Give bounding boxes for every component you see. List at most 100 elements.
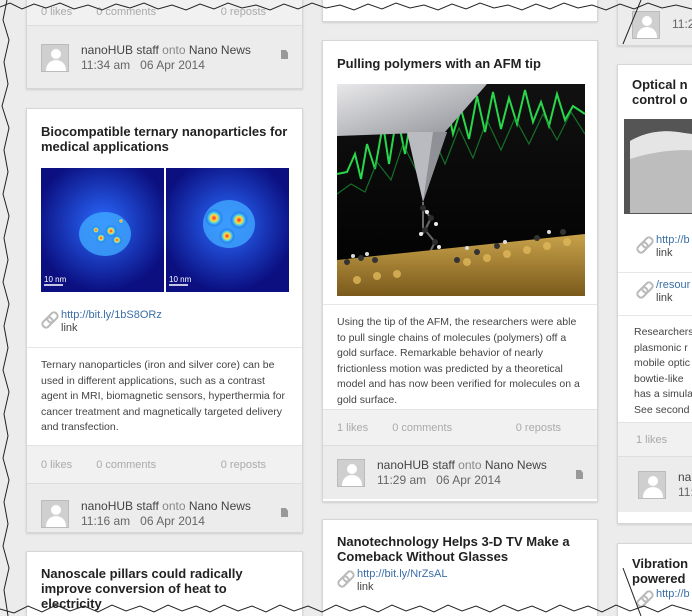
post-image[interactable] bbox=[337, 84, 585, 296]
post-time: 11:34 am bbox=[81, 57, 131, 72]
post-description: Using the tip of the AFM, the researcher… bbox=[337, 316, 580, 406]
post-stats: 1 likes bbox=[618, 422, 692, 456]
document-icon[interactable] bbox=[576, 470, 583, 479]
post-image[interactable] bbox=[624, 119, 692, 214]
link-label: link bbox=[61, 322, 78, 334]
post-description-line: plasmonic r bbox=[634, 341, 688, 354]
onto-text: onto bbox=[162, 498, 186, 513]
link-url[interactable]: http://bit.ly/1bS8ORz bbox=[61, 309, 162, 322]
comments-count[interactable]: 0 comments bbox=[392, 422, 452, 434]
post-image[interactable]: 10 nm 10 nm bbox=[41, 168, 289, 292]
post-title[interactable]: Nanoscale pillars could radically improv… bbox=[27, 552, 302, 611]
post-meta: nanoHUB staff onto Nano News 11:29 am 06… bbox=[377, 458, 547, 488]
link-icon bbox=[636, 590, 652, 606]
scale-label: 10 nm bbox=[44, 275, 67, 284]
post-card-partial: 0 likes 0 comments 0 reposts nanoHUB sta… bbox=[26, 0, 303, 89]
link-attachment[interactable]: http://b link bbox=[618, 234, 692, 260]
link-label: link bbox=[357, 581, 374, 593]
post-card-ternary: Biocompatible ternary nanoparticles for … bbox=[26, 108, 303, 533]
post-title[interactable]: Nanotechnology Helps 3-D TV Make a Comeb… bbox=[323, 520, 597, 564]
post-title-line: control o bbox=[632, 92, 688, 107]
comments-count[interactable]: 0 comments bbox=[96, 6, 156, 18]
link-url[interactable]: http://b bbox=[656, 234, 690, 247]
post-card-optical: Optical n control o http://b link /resou… bbox=[617, 64, 692, 524]
link-icon bbox=[337, 570, 353, 586]
document-icon[interactable] bbox=[281, 508, 288, 517]
post-title-line: Optical n bbox=[632, 77, 688, 92]
link-label: link bbox=[656, 247, 673, 259]
link-attachment[interactable]: http://bit.ly/1bS8ORz link bbox=[27, 309, 302, 335]
post-time: 11:29 am bbox=[377, 472, 427, 487]
board-link[interactable]: Nano News bbox=[485, 458, 547, 472]
post-meta: nan 11:2 bbox=[678, 470, 692, 500]
likes-count[interactable]: 1 likes bbox=[636, 434, 667, 446]
link-attachment[interactable]: http://b bbox=[618, 588, 692, 606]
post-stats: 1 likes 0 comments 0 reposts bbox=[323, 409, 597, 445]
post-card-partial bbox=[322, 0, 598, 22]
link-icon bbox=[41, 311, 57, 327]
avatar[interactable] bbox=[41, 43, 69, 72]
post-card-3dtv: Nanotechnology Helps 3-D TV Make a Comeb… bbox=[322, 519, 598, 616]
post-date: 06 Apr 2014 bbox=[436, 472, 501, 487]
post-description-line: bowtie-like bbox=[634, 372, 684, 385]
post-footer: nan 11:2 bbox=[618, 456, 692, 512]
author-link[interactable]: nanoHUB staff bbox=[81, 499, 159, 513]
onto-text: onto bbox=[458, 457, 482, 472]
post-time: 11:16 am bbox=[81, 513, 131, 528]
post-title-line: Vibration bbox=[632, 556, 689, 571]
post-description-line: Researchers bbox=[634, 326, 692, 338]
post-date: 06 Apr 2014 bbox=[140, 57, 205, 72]
post-description-line: has a simula bbox=[634, 388, 692, 400]
post-card-partial: 11:2 bbox=[617, 0, 692, 46]
author-link[interactable]: nanoHUB staff bbox=[81, 43, 159, 57]
link-url[interactable]: http://b bbox=[656, 588, 690, 606]
post-date: 06 Apr 2014 bbox=[140, 513, 205, 528]
reposts-count[interactable]: 0 reposts bbox=[221, 459, 266, 471]
post-title[interactable]: Pulling polymers with an AFM tip bbox=[323, 41, 597, 71]
author-link[interactable]: nan bbox=[678, 470, 692, 485]
post-meta: nanoHUB staff onto Nano News 11:16 am 06… bbox=[81, 499, 251, 529]
post-meta: nanoHUB staff onto Nano News 11:34 am 06… bbox=[81, 43, 251, 73]
post-description-line: mobile optic bbox=[634, 357, 691, 369]
post-title[interactable]: Optical n control o bbox=[618, 65, 692, 107]
board-link[interactable]: Nano News bbox=[189, 499, 251, 513]
author-link[interactable]: nanoHUB staff bbox=[377, 458, 455, 472]
document-icon[interactable] bbox=[281, 50, 288, 59]
scale-label: 10 nm bbox=[169, 275, 192, 284]
reposts-count[interactable]: 0 reposts bbox=[221, 6, 266, 18]
post-time: 11:2 bbox=[672, 17, 692, 31]
post-footer: 11:2 bbox=[618, 0, 692, 45]
link-icon bbox=[636, 281, 652, 297]
comments-count[interactable]: 0 comments bbox=[96, 459, 156, 471]
post-card-vibration: Vibration powered http://b bbox=[617, 543, 692, 616]
link-url[interactable]: http://bit.ly/NrZsAL bbox=[357, 568, 447, 581]
reposts-count[interactable]: 0 reposts bbox=[516, 422, 561, 434]
post-stats: 0 likes 0 comments 0 reposts bbox=[27, 445, 302, 483]
post-stats: 0 likes 0 comments 0 reposts bbox=[27, 0, 302, 25]
post-title-line: powered bbox=[632, 571, 686, 586]
link-attachment[interactable]: /resour link bbox=[618, 279, 692, 305]
post-description: Ternary nanoparticles (iron and silver c… bbox=[41, 359, 285, 433]
post-description-line: See second bbox=[634, 403, 690, 416]
onto-text: onto bbox=[162, 42, 186, 57]
likes-count[interactable]: 0 likes bbox=[41, 459, 72, 471]
likes-count[interactable]: 0 likes bbox=[41, 6, 72, 18]
post-time: 11:2 bbox=[678, 484, 692, 499]
link-attachment[interactable]: http://bit.ly/NrZsAL link bbox=[323, 568, 597, 594]
avatar[interactable] bbox=[337, 458, 365, 487]
likes-count[interactable]: 1 likes bbox=[337, 422, 368, 434]
post-title[interactable]: Vibration powered bbox=[618, 544, 692, 586]
post-card-afm: Pulling polymers with an AFM tip Using t… bbox=[322, 40, 598, 502]
avatar[interactable] bbox=[632, 10, 660, 39]
link-icon bbox=[636, 236, 652, 252]
post-footer: nanoHUB staff onto Nano News 11:16 am 06… bbox=[27, 483, 302, 532]
post-description: Researchers plasmonic r mobile optic bow… bbox=[618, 316, 692, 422]
board-link[interactable]: Nano News bbox=[189, 43, 251, 57]
post-title[interactable]: Biocompatible ternary nanoparticles for … bbox=[27, 109, 302, 154]
post-footer: nanoHUB staff onto Nano News 11:34 am 06… bbox=[27, 25, 302, 88]
avatar[interactable] bbox=[41, 499, 69, 528]
post-card-pillars: Nanoscale pillars could radically improv… bbox=[26, 551, 303, 616]
post-meta: 11:2 bbox=[672, 17, 692, 32]
avatar[interactable] bbox=[638, 470, 666, 499]
link-url[interactable]: /resour bbox=[656, 279, 690, 292]
